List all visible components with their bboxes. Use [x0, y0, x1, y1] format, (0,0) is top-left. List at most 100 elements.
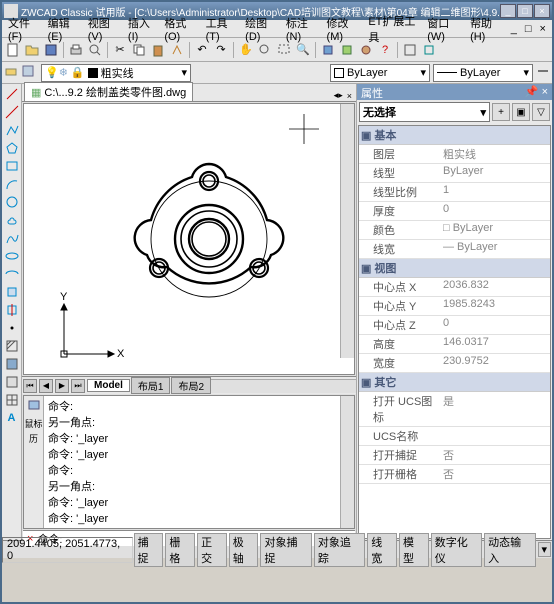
line-icon[interactable]: [4, 86, 20, 102]
doc-minimize-button[interactable]: _: [507, 22, 521, 36]
menu-tools[interactable]: 工具(T): [202, 14, 242, 44]
spline-icon[interactable]: [4, 230, 20, 246]
zoom-prev-icon[interactable]: 🔍: [294, 41, 312, 59]
props-select-icon[interactable]: ▣: [512, 103, 530, 121]
prop-row[interactable]: 打开捕捉否: [359, 446, 550, 465]
tab-last-icon[interactable]: ⏭: [71, 379, 85, 393]
prop-value[interactable]: 是: [441, 392, 550, 426]
tab-prev-icon[interactable]: ◀: [39, 379, 53, 393]
tool1-icon[interactable]: [319, 41, 337, 59]
menu-modify[interactable]: 修改(M): [323, 14, 365, 44]
prop-category[interactable]: ▣其它: [359, 373, 550, 392]
prop-row[interactable]: 打开 UCS图标是: [359, 392, 550, 427]
tab-layout2[interactable]: 布局2: [171, 377, 211, 394]
pline-icon[interactable]: [4, 122, 20, 138]
prop-row[interactable]: 厚度0: [359, 202, 550, 221]
status-grid[interactable]: 栅格: [165, 533, 195, 567]
mtext-icon[interactable]: A: [4, 410, 20, 426]
cmd-tool1-icon[interactable]: [27, 398, 41, 415]
status-tablet[interactable]: 数字化仪: [431, 533, 482, 567]
drawing-canvas[interactable]: X Y: [23, 103, 355, 375]
canvas-hscroll[interactable]: [211, 379, 356, 393]
props-close-icon[interactable]: ×: [542, 86, 548, 98]
prop-row[interactable]: 打开栅格否: [359, 465, 550, 484]
prop-value[interactable]: 1985.8243: [441, 297, 550, 315]
props-pin-icon[interactable]: 📌: [525, 86, 539, 98]
linetype-btn-icon[interactable]: [536, 64, 550, 81]
zoom-window-icon[interactable]: [275, 41, 293, 59]
doc-close-button[interactable]: ×: [536, 22, 550, 36]
save-icon[interactable]: [42, 41, 60, 59]
selection-dropdown[interactable]: 无选择 ▾: [359, 102, 490, 122]
props-filter-icon[interactable]: ▽: [532, 103, 550, 121]
menu-dimension[interactable]: 标注(N): [282, 14, 323, 44]
menu-insert[interactable]: 插入(I): [124, 14, 160, 44]
prop-value[interactable]: 230.9752: [441, 354, 550, 372]
new-icon[interactable]: [4, 41, 22, 59]
prop-row[interactable]: 颜色□ ByLayer: [359, 221, 550, 240]
preview-icon[interactable]: [86, 41, 104, 59]
menu-help[interactable]: 帮助(H): [466, 14, 507, 44]
status-otrack[interactable]: 对象追踪: [314, 533, 365, 567]
gradient-icon[interactable]: [4, 356, 20, 372]
status-polar[interactable]: 极轴: [229, 533, 259, 567]
layer-props-icon[interactable]: [4, 64, 18, 81]
linetype-dropdown[interactable]: ByLayer ▾: [433, 64, 533, 82]
point-icon[interactable]: [4, 320, 20, 336]
zoom-rt-icon[interactable]: [256, 41, 274, 59]
prop-row[interactable]: 中心点 X2036.832: [359, 278, 550, 297]
cut-icon[interactable]: ✂: [111, 41, 129, 59]
prop-value[interactable]: 0: [441, 316, 550, 334]
tool4-icon[interactable]: [401, 41, 419, 59]
tool5-icon[interactable]: [420, 41, 438, 59]
print-icon[interactable]: [67, 41, 85, 59]
revcloud-icon[interactable]: [4, 212, 20, 228]
tab-next-icon[interactable]: ▶: [55, 379, 69, 393]
close-button[interactable]: ×: [534, 4, 550, 18]
cmd-vscroll[interactable]: [340, 396, 354, 528]
prop-row[interactable]: 线宽— ByLayer: [359, 240, 550, 259]
file-tab[interactable]: ▦ C:\...9.2 绘制盖类零件图.dwg: [24, 82, 193, 101]
cmd-tool3-icon[interactable]: 历: [29, 432, 38, 445]
copy-icon[interactable]: [130, 41, 148, 59]
status-ortho[interactable]: 正交: [197, 533, 227, 567]
open-icon[interactable]: [23, 41, 41, 59]
prop-value[interactable]: 2036.832: [441, 278, 550, 296]
prop-value[interactable]: 0: [441, 202, 550, 220]
tab-close-icon[interactable]: ×: [347, 91, 352, 101]
polygon-icon[interactable]: [4, 140, 20, 156]
arc-icon[interactable]: [4, 176, 20, 192]
props-add-icon[interactable]: +: [492, 103, 510, 121]
status-model[interactable]: 模型: [399, 533, 429, 567]
properties-header[interactable]: 属性 📌 ×: [357, 84, 552, 100]
insert-block-icon[interactable]: [4, 284, 20, 300]
maximize-button[interactable]: □: [517, 4, 533, 18]
canvas-vscroll[interactable]: [340, 104, 354, 358]
prop-row[interactable]: 图层粗实线: [359, 145, 550, 164]
status-snap[interactable]: 捕捉: [134, 533, 164, 567]
prop-row[interactable]: 高度146.0317: [359, 335, 550, 354]
menu-draw[interactable]: 绘图(D): [241, 14, 282, 44]
match-icon[interactable]: [168, 41, 186, 59]
prop-row[interactable]: 中心点 Y1985.8243: [359, 297, 550, 316]
prop-row[interactable]: UCS名称: [359, 427, 550, 446]
prop-value[interactable]: □ ByLayer: [441, 221, 550, 239]
paste-icon[interactable]: [149, 41, 167, 59]
status-extra-icon[interactable]: ▾: [538, 542, 552, 557]
prop-value[interactable]: 146.0317: [441, 335, 550, 353]
menu-view[interactable]: 视图(V): [84, 14, 124, 44]
tab-layout1[interactable]: 布局1: [131, 377, 171, 394]
prop-category[interactable]: ▣基本: [359, 126, 550, 145]
menu-window[interactable]: 窗口(W): [423, 14, 466, 44]
status-osnap[interactable]: 对象捕捉: [260, 533, 311, 567]
help-icon[interactable]: ?: [376, 41, 394, 59]
tab-model[interactable]: Model: [87, 379, 130, 392]
xline-icon[interactable]: [4, 104, 20, 120]
table-icon[interactable]: [4, 392, 20, 408]
menu-format[interactable]: 格式(O): [160, 14, 201, 44]
cmd-tool2-icon[interactable]: 鼠标: [24, 417, 42, 430]
ellipse-icon[interactable]: [4, 248, 20, 264]
tool2-icon[interactable]: [338, 41, 356, 59]
tab-nav-right-icon[interactable]: ▸: [338, 90, 343, 101]
menu-edit[interactable]: 编辑(E): [44, 14, 84, 44]
